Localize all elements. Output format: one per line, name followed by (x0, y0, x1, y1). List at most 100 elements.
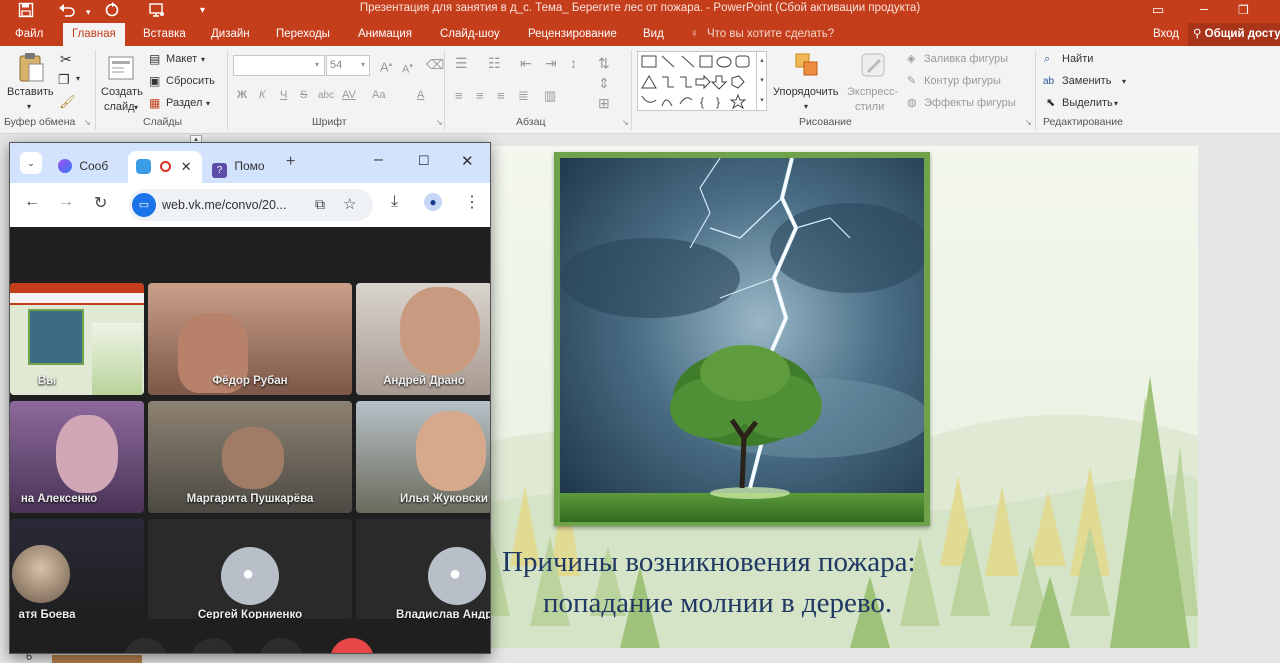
download-icon[interactable]: ⤓ (391, 193, 398, 211)
participant-tile[interactable]: Маргарита Пушкарёва (148, 401, 352, 513)
align-left-icon[interactable]: ≡ (455, 89, 463, 102)
dialog-launcher-icon[interactable]: ↘ (1025, 118, 1032, 127)
clear-format-icon[interactable]: ⌫ (426, 58, 444, 71)
participant-tile[interactable]: Андрей Драно (356, 283, 490, 395)
fill-bucket-icon[interactable]: ◈ (907, 53, 915, 66)
tab-transitions[interactable]: Переходы (276, 27, 330, 41)
browser-menu-icon[interactable]: ⋮ (464, 192, 480, 212)
smartart-icon[interactable]: ⊞ (598, 96, 610, 110)
increase-indent-icon[interactable]: ⇥ (545, 56, 557, 70)
tab-file[interactable]: Файл (15, 27, 43, 41)
minimize-icon[interactable]: – (374, 151, 383, 169)
ribbon-display-options-icon[interactable]: ▭ (1152, 2, 1164, 18)
browser-tab-messages[interactable]: Сооб (50, 151, 124, 183)
char-spacing-button[interactable]: AV (342, 89, 356, 102)
reset-icon[interactable]: ▣ (149, 74, 160, 88)
layout-icon[interactable]: ▤ (149, 52, 160, 66)
arrange-button[interactable]: Упорядочить (773, 86, 838, 99)
shape-effects-button[interactable]: Эффекты фигуры (924, 97, 1016, 110)
select-button[interactable]: Выделить (1062, 97, 1113, 110)
align-center-icon[interactable]: ≡ (476, 89, 484, 102)
justify-icon[interactable]: ≣ (518, 89, 529, 102)
close-tab-icon[interactable]: ✕ (181, 159, 192, 174)
numbering-icon[interactable]: ☷ (488, 56, 501, 70)
section-button[interactable]: Раздел (166, 97, 202, 110)
slide-caption-line1[interactable]: Причины возникновения пожара: (502, 546, 916, 579)
select-dropdown-icon[interactable]: ▾ (1114, 97, 1118, 110)
section-icon[interactable]: ▦ (149, 96, 160, 110)
format-painter-icon[interactable]: 🖌 (59, 94, 76, 110)
tab-review[interactable]: Рецензирование (528, 27, 617, 41)
paste-icon[interactable] (17, 52, 47, 87)
font-color-button[interactable]: A (417, 89, 424, 102)
install-app-icon[interactable]: ⧉ (315, 196, 325, 213)
find-icon[interactable]: ⌕ (1044, 53, 1050, 66)
align-right-icon[interactable]: ≡ (497, 89, 505, 102)
browser-tab-help[interactable]: ? Помо (206, 151, 276, 183)
tell-me-box[interactable]: Что вы хотите сделать? (707, 27, 834, 41)
participant-tile[interactable]: ● Владислав Андрие (356, 519, 490, 619)
participant-tile[interactable]: на Алексенко (10, 401, 144, 513)
participant-tile[interactable]: ● Сергей Корниенко (148, 519, 352, 619)
copy-icon[interactable]: ❐ (58, 72, 70, 88)
camera-indicator-icon[interactable]: ▭ (132, 193, 156, 217)
url-field[interactable]: ▭ web.vk.me/convo/20... ⧉ ☆ (129, 189, 373, 221)
bullets-icon[interactable]: ☰ (455, 56, 468, 70)
font-size-dropdown-icon[interactable]: ▾ (361, 60, 365, 69)
tab-view[interactable]: Вид (643, 27, 664, 41)
slide-thumbnail[interactable] (52, 655, 142, 663)
shape-fill-button[interactable]: Заливка фигуры (924, 53, 1008, 66)
strikethrough-button[interactable]: S (300, 89, 307, 102)
share-button[interactable]: ⚲ Общий досту (1188, 23, 1280, 46)
back-icon[interactable]: ← (24, 193, 40, 211)
lightning-tree-photo[interactable] (554, 152, 930, 526)
copy-dropdown-icon[interactable]: ▾ (76, 74, 80, 83)
new-slide-label-line2[interactable]: слайд (104, 101, 135, 114)
cursor-icon[interactable]: ⬉ (1046, 97, 1055, 110)
layout-dropdown-icon[interactable]: ▾ (201, 53, 205, 66)
reset-button[interactable]: Сбросить (166, 75, 215, 88)
new-slide-dropdown-icon[interactable]: ▾ (134, 101, 138, 114)
paste-button[interactable]: Вставить (7, 86, 54, 99)
increase-font-icon[interactable]: A▴ (380, 58, 392, 73)
minimize-icon[interactable]: – (1200, 0, 1208, 16)
profile-avatar-icon[interactable]: ● (424, 193, 442, 211)
line-spacing-icon[interactable]: ↕ (570, 56, 577, 70)
quick-styles-label-line2[interactable]: стили (855, 101, 884, 114)
align-text-icon[interactable]: ⇕ (598, 76, 610, 90)
new-slide-button[interactable]: Создать (101, 86, 143, 99)
dialog-launcher-icon[interactable]: ↘ (622, 118, 629, 127)
participant-tile[interactable]: Фёдор Рубан (148, 283, 352, 395)
reload-icon[interactable]: ↻ (94, 193, 107, 213)
dialog-launcher-icon[interactable]: ↘ (436, 118, 443, 127)
tab-insert[interactable]: Вставка (143, 27, 186, 41)
effects-icon[interactable]: ◍ (907, 97, 917, 110)
quick-styles-icon[interactable] (860, 52, 888, 83)
new-slide-icon[interactable] (108, 52, 136, 85)
layout-button[interactable]: Макет (166, 53, 197, 66)
participant-tile[interactable]: атя Боева (10, 519, 144, 619)
tab-home[interactable]: Главная (63, 23, 125, 46)
replace-dropdown-icon[interactable]: ▾ (1122, 75, 1126, 88)
participant-tile[interactable]: Вы (10, 283, 144, 395)
forward-icon[interactable]: → (58, 193, 74, 211)
text-direction-icon[interactable]: ⇅ (598, 56, 610, 70)
replace-button[interactable]: Заменить (1062, 75, 1111, 88)
font-family-field[interactable] (233, 55, 325, 76)
arrange-dropdown-icon[interactable]: ▾ (804, 100, 808, 113)
shapes-gallery-scroll[interactable]: ▴ ▾ ▾ (756, 51, 767, 111)
dialog-launcher-icon[interactable]: ↘ (84, 118, 91, 127)
italic-button[interactable]: К (259, 89, 265, 102)
shadow-button[interactable]: abc (318, 89, 334, 102)
find-button[interactable]: Найти (1062, 53, 1093, 66)
columns-icon[interactable]: ▥ (544, 89, 556, 102)
arrange-icon[interactable] (794, 52, 820, 81)
section-dropdown-icon[interactable]: ▾ (206, 97, 210, 110)
slide-caption-line2[interactable]: попадание молнии в дерево. (543, 587, 892, 620)
restore-icon[interactable]: ❐ (1238, 2, 1249, 18)
decrease-indent-icon[interactable]: ⇤ (520, 56, 532, 70)
tab-design[interactable]: Дизайн (211, 27, 250, 41)
bookmark-star-icon[interactable]: ☆ (343, 195, 356, 213)
bold-button[interactable]: Ж (237, 89, 247, 102)
signin-link[interactable]: Вход (1153, 27, 1179, 41)
